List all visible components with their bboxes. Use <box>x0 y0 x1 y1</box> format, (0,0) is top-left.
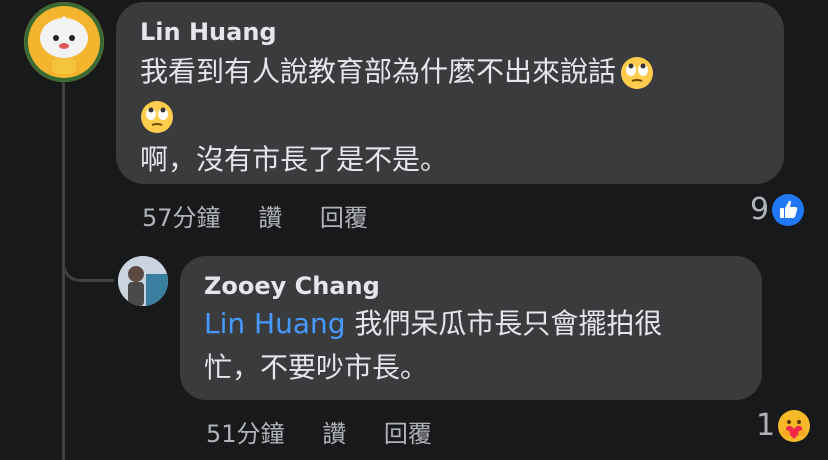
mention-link[interactable]: Lin Huang <box>204 307 346 340</box>
reply-link[interactable]: 回覆 <box>320 204 368 232</box>
comment-time[interactable]: 57分鐘 <box>142 204 221 232</box>
avatar-image <box>24 2 104 82</box>
reply-link[interactable]: 回覆 <box>384 420 432 448</box>
comment-meta: 57分鐘 讚 回覆 <box>142 198 398 233</box>
like-link[interactable]: 讚 <box>258 204 282 232</box>
reaction-summary[interactable]: 9 <box>750 192 805 227</box>
avatar[interactable] <box>118 256 168 306</box>
comment-bubble[interactable]: Zooey Chang Lin Huang 我們呆瓜市長只會擺拍很 忙，不要吵市… <box>180 256 762 400</box>
eye-roll-emoji-icon <box>620 56 654 90</box>
reaction-count: 9 <box>750 192 770 227</box>
comment-text: Lin Huang 我們呆瓜市長只會擺拍很 忙，不要吵市長。 <box>204 307 663 384</box>
like-icon <box>771 193 805 227</box>
comment-author[interactable]: Zooey Chang <box>204 272 738 300</box>
like-link[interactable]: 讚 <box>322 420 346 448</box>
care-emoji-icon <box>777 409 811 443</box>
comment-text: 我看到有人說教育部為什麼不出來說話 啊，沒有市長了是不是。 <box>140 50 760 182</box>
avatar-image <box>118 256 168 306</box>
comment-meta: 51分鐘 讚 回覆 <box>206 414 462 449</box>
comment-time[interactable]: 51分鐘 <box>206 420 285 448</box>
thread-line-branch <box>62 230 114 282</box>
avatar[interactable] <box>24 2 104 82</box>
comment-bubble[interactable]: Lin Huang 我看到有人說教育部為什麼不出來說話 啊，沒有市長了是不是。 <box>116 2 784 184</box>
eye-roll-emoji-icon <box>140 100 174 134</box>
reaction-count: 1 <box>756 408 776 443</box>
comment-author[interactable]: Lin Huang <box>140 18 760 46</box>
reaction-summary[interactable]: 1 <box>756 408 811 443</box>
